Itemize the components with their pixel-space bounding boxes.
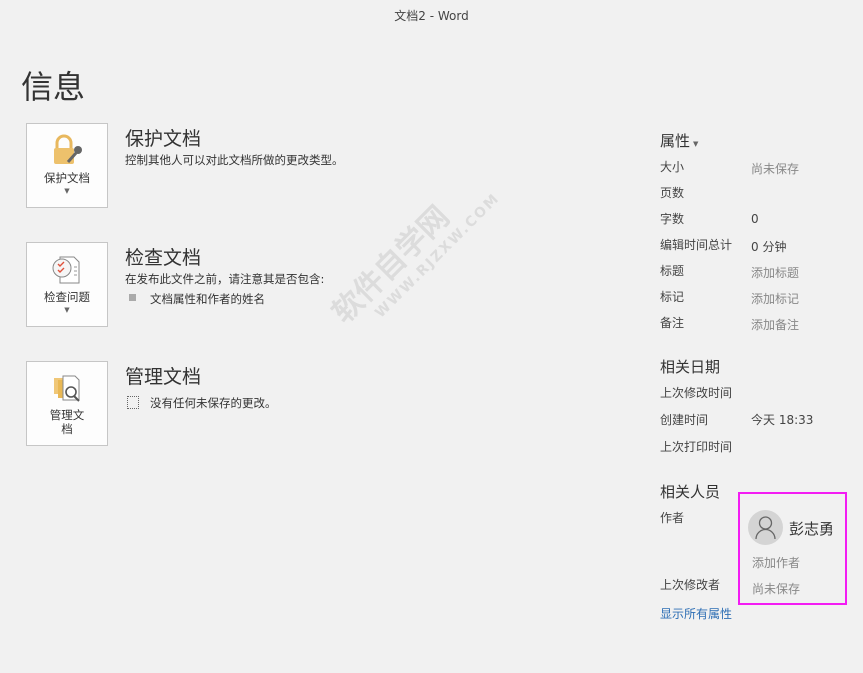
manage-title: 管理文档 (125, 362, 201, 389)
prop-label: 备注 (660, 314, 684, 331)
properties-dropdown[interactable]: 属性▼ (660, 130, 698, 151)
manage-desc: 没有任何未保存的更改。 (150, 395, 277, 411)
chevron-down-icon: ▼ (27, 306, 107, 314)
add-tag-field[interactable]: 添加标记 (751, 290, 799, 307)
author-label: 作者 (660, 509, 684, 526)
manage-document-label: 管理文档 (46, 408, 88, 436)
date-label: 上次修改时间 (660, 384, 732, 401)
manage-document-button[interactable]: 管理文档 (26, 361, 108, 446)
check-issues-button[interactable]: 检查问题 ▼ (26, 242, 108, 327)
inspect-title: 检查文档 (125, 243, 201, 270)
prop-label: 大小 (660, 158, 684, 175)
inspect-desc: 在发布此文件之前，请注意其是否包含: (125, 271, 324, 287)
bullet-icon (129, 294, 136, 301)
protect-desc: 控制其他人可以对此文档所做的更改类型。 (125, 152, 344, 168)
manage-document-icon (50, 372, 84, 406)
add-title-field[interactable]: 添加标题 (751, 264, 799, 281)
protect-document-label: 保护文档 (44, 171, 90, 185)
page-title: 信息 (21, 62, 85, 108)
dates-header: 相关日期 (660, 356, 720, 377)
window-title: 文档2 - Word (0, 7, 863, 24)
people-header: 相关人员 (660, 481, 720, 502)
date-label: 创建时间 (660, 411, 708, 428)
created-value: 今天 18:33 (751, 411, 813, 428)
prop-label: 编辑时间总计 (660, 236, 732, 253)
chevron-down-icon: ▼ (693, 140, 698, 148)
prop-label: 字数 (660, 210, 684, 227)
prop-label: 标记 (660, 288, 684, 305)
inspect-bullet: 文档属性和作者的姓名 (150, 291, 265, 307)
document-dotted-icon (127, 396, 139, 409)
watermark: 软件自学网WWW.RJZXW.COM (320, 159, 503, 342)
inspect-document-icon (50, 253, 84, 287)
chevron-down-icon: ▼ (27, 187, 107, 195)
prop-edit-time-value: 0 分钟 (751, 238, 786, 255)
protect-document-button[interactable]: 保护文档 ▼ (26, 123, 108, 208)
last-modified-by-label: 上次修改者 (660, 576, 720, 593)
prop-label: 页数 (660, 184, 684, 201)
highlight-box (738, 492, 847, 605)
check-issues-label: 检查问题 (44, 290, 90, 304)
prop-size-value: 尚未保存 (751, 160, 799, 177)
add-comment-field[interactable]: 添加备注 (751, 316, 799, 333)
prop-words-value: 0 (751, 212, 759, 226)
show-all-properties-link[interactable]: 显示所有属性 (660, 605, 732, 622)
lock-key-icon (50, 134, 84, 168)
date-label: 上次打印时间 (660, 438, 732, 455)
protect-title: 保护文档 (125, 124, 201, 151)
prop-label: 标题 (660, 262, 684, 279)
